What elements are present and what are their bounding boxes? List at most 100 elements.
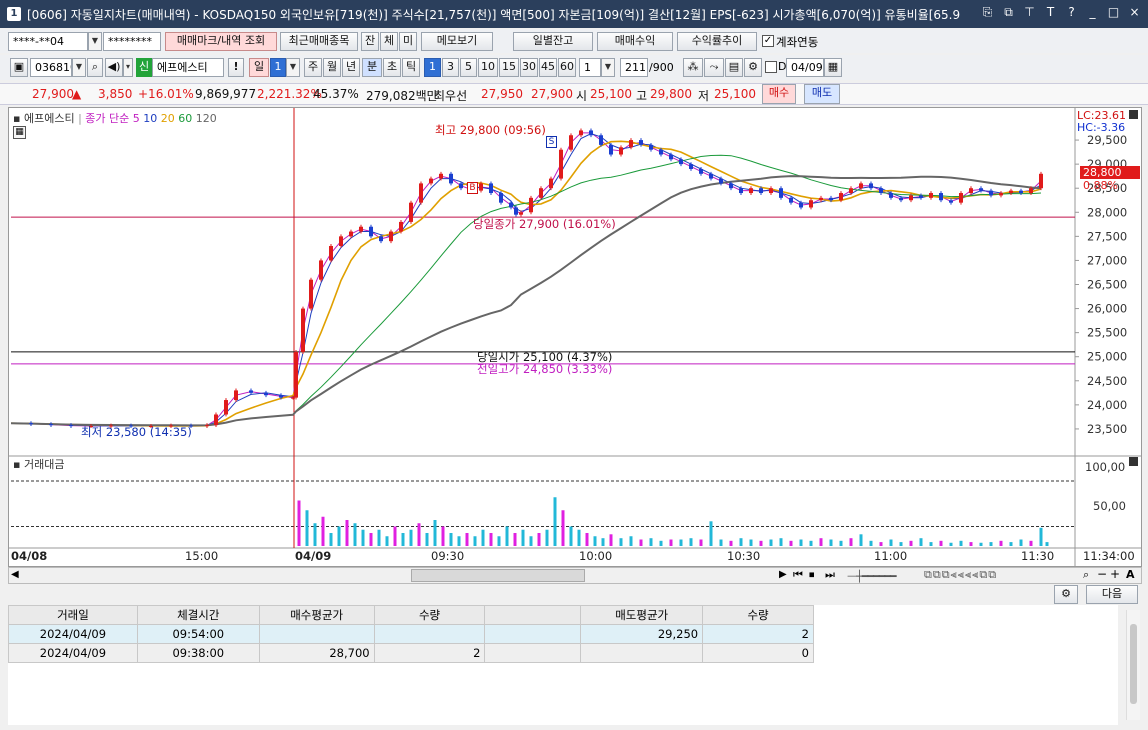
account-dropdown-icon[interactable]: ▼ xyxy=(88,32,102,51)
period-tick-button[interactable]: 틱 xyxy=(402,58,420,77)
grid-scroll-thumb[interactable] xyxy=(1130,624,1137,704)
scroll-left-icon[interactable]: ◀ xyxy=(11,569,19,580)
gear-icon[interactable]: ⚙ xyxy=(744,58,762,77)
interval-3-button[interactable]: 3 xyxy=(442,58,459,77)
col-exec-time[interactable]: 체결시간 xyxy=(136,605,260,625)
stock-code-input[interactable]: 036810 xyxy=(30,58,72,77)
date-input[interactable]: 04/09 xyxy=(786,58,824,77)
candle-body xyxy=(49,424,53,426)
scroll-right-icon[interactable]: ▶ xyxy=(779,569,787,580)
period-day-button[interactable]: 일 xyxy=(249,58,269,77)
close-icon[interactable]: × xyxy=(1127,5,1142,20)
profit-trend-button[interactable]: 수익률추이 xyxy=(677,32,757,51)
sell-button[interactable]: 매도 xyxy=(804,84,840,104)
period-month-button[interactable]: 월 xyxy=(323,58,341,77)
link-icon[interactable]: ⎘ xyxy=(980,5,995,20)
count-total: /900 xyxy=(649,61,674,74)
chart-scrollbar[interactable]: ◀ ▶ ⏮ ⏹ ⏭ ᅳ┼━━━━━━ ⧉⧉⧉⫷⫷⫷⫷⧉⧉ ⌕ − + A xyxy=(8,567,1142,584)
trade-profit-button[interactable]: 매매수익 xyxy=(597,32,673,51)
period-second-button[interactable]: 초 xyxy=(383,58,401,77)
col-trade-date[interactable]: 거래일 xyxy=(8,605,138,625)
trade-mark-button[interactable]: 매매마크/내역 조회 xyxy=(165,32,277,51)
grid-settings-icon[interactable]: ⚙ xyxy=(1054,585,1078,604)
memo-button[interactable]: 메모보기 xyxy=(421,32,493,51)
col-sell-qty[interactable]: 수량 xyxy=(702,605,814,625)
search-icon[interactable]: ⌕ xyxy=(87,58,103,77)
account-select[interactable]: ****-**04 xyxy=(8,32,88,51)
price-close-icon[interactable] xyxy=(1129,110,1138,119)
chart-type-icon[interactable]: ▣ xyxy=(10,58,28,77)
chart-tools-icons[interactable]: ⧉⧉⧉⫷⫷⫷⫷⧉⧉ xyxy=(924,568,997,582)
buy-mark-icon[interactable]: B xyxy=(467,182,478,194)
interval-15-button[interactable]: 15 xyxy=(499,58,519,77)
drawing-icon[interactable]: ⤳ xyxy=(704,58,724,77)
forward-icon[interactable]: ⏭ xyxy=(825,568,835,582)
col-buy-qty[interactable]: 수량 xyxy=(373,605,486,625)
col-sell-avg[interactable]: 매도평균가 xyxy=(580,605,704,625)
interval-45-button[interactable]: 45 xyxy=(539,58,557,77)
interval-1-button[interactable]: 1 xyxy=(424,58,441,77)
help-icon[interactable]: ? xyxy=(1064,5,1079,20)
interval-dropdown-icon[interactable]: ▼ xyxy=(601,58,615,77)
interval-custom-input[interactable]: 1 xyxy=(579,58,601,77)
sound-dropdown-icon[interactable]: ▾ xyxy=(123,58,133,77)
period-minute-button[interactable]: 분 xyxy=(362,58,382,77)
grid-toggle-icon[interactable]: ▦ xyxy=(13,126,26,139)
font-icon[interactable]: T xyxy=(1043,5,1058,20)
account-link-checkbox[interactable]: ✓ xyxy=(762,35,774,47)
scroll-thumb[interactable] xyxy=(411,569,585,582)
alert-icon[interactable]: ! xyxy=(228,58,244,77)
table-row[interactable]: 2024/04/09 09:38:00 28,700 2 0 xyxy=(8,643,814,663)
sound-icon[interactable]: ◀) xyxy=(105,58,123,77)
interval-30-button[interactable]: 30 xyxy=(520,58,538,77)
pin-icon[interactable]: ⊤ xyxy=(1022,5,1037,20)
zoom-slider[interactable]: ᅳ┼━━━━━━ xyxy=(847,568,896,584)
calendar-icon[interactable]: ▦ xyxy=(824,58,842,77)
interval-10-button[interactable]: 10 xyxy=(478,58,498,77)
stop-icon[interactable]: ⏹ xyxy=(809,568,815,582)
maximize-icon[interactable]: □ xyxy=(1106,5,1121,20)
volume-close-icon[interactable] xyxy=(1129,457,1138,466)
next-page-button[interactable]: 다음 xyxy=(1086,585,1138,604)
interval-5-button[interactable]: 5 xyxy=(460,58,477,77)
indicator-icon[interactable]: ⁂ xyxy=(683,58,703,77)
col-blank[interactable] xyxy=(484,605,582,625)
grid-vertical-scrollbar[interactable] xyxy=(1126,610,1140,720)
col-buy-avg[interactable]: 매수평균가 xyxy=(258,605,375,625)
period-year-button[interactable]: 년 xyxy=(342,58,360,77)
unexecuted-button[interactable]: 미 xyxy=(399,32,417,51)
table-row[interactable]: 2024/04/09 09:54:00 29,250 2 xyxy=(8,624,814,644)
zoom-out-icon[interactable]: − xyxy=(1097,567,1107,581)
executed-button[interactable]: 체 xyxy=(380,32,398,51)
price-chart[interactable]: 29,50029,00028,50028,00027,50027,00026,5… xyxy=(9,108,1141,566)
text-tool-icon[interactable]: A xyxy=(1126,568,1135,581)
period-week-button[interactable]: 주 xyxy=(304,58,322,77)
daily-balance-button[interactable]: 일별잔고 xyxy=(513,32,593,51)
buy-button[interactable]: 매수 xyxy=(762,84,796,104)
cell-date: 2024/04/09 xyxy=(8,624,138,644)
zoom-icon[interactable]: ⌕ xyxy=(1083,568,1089,582)
d-checkbox[interactable] xyxy=(765,61,777,73)
count-input[interactable]: 211 xyxy=(620,58,648,77)
volume-bar xyxy=(849,538,853,546)
balance-button[interactable]: 잔 xyxy=(361,32,379,51)
save-icon[interactable]: ▤ xyxy=(725,58,743,77)
volume-bar xyxy=(377,529,381,546)
period-num-field[interactable]: 1 xyxy=(270,58,286,77)
interval-60-button[interactable]: 60 xyxy=(558,58,576,77)
volume-bar xyxy=(909,540,913,546)
password-field[interactable]: ******** xyxy=(103,32,161,51)
restore-small-icon[interactable]: ⧉ xyxy=(1001,5,1016,20)
sell-mark-icon[interactable]: S xyxy=(546,136,557,148)
minimize-icon[interactable]: _ xyxy=(1085,5,1100,20)
time-label-0930: 09:30 xyxy=(431,549,465,563)
candle-body xyxy=(301,308,305,352)
rewind-icon[interactable]: ⏮ xyxy=(793,568,803,582)
period-dropdown-icon[interactable]: ▼ xyxy=(286,58,300,77)
code-dropdown-icon[interactable]: ▼ xyxy=(72,58,86,77)
candle-body xyxy=(959,193,963,203)
volume-bar xyxy=(779,538,783,546)
chart-panel[interactable]: 29,500 29,000 28,500 28,000 27,500 27,000 26,5… xyxy=(8,107,1142,567)
zoom-in-icon[interactable]: + xyxy=(1110,567,1120,581)
recent-trades-button[interactable]: 최근매매종목 xyxy=(280,32,358,51)
